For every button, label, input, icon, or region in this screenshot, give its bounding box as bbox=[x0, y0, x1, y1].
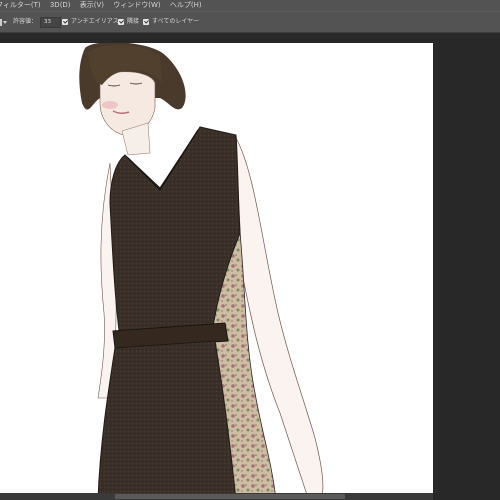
menu-window[interactable]: ウィンドウ(W) bbox=[113, 0, 160, 11]
tool-preset-picker[interactable] bbox=[0, 12, 7, 32]
checkbox-checked-icon[interactable] bbox=[118, 19, 124, 25]
antialias-option[interactable]: アンチエイリアス bbox=[62, 12, 119, 32]
menu-3d[interactable]: 3D(D) bbox=[50, 0, 71, 11]
antialias-label: アンチエイリアス bbox=[71, 18, 119, 25]
options-bar: 許容値： 33 アンチエイリアス 隣接 すべてのレイヤー bbox=[0, 11, 500, 33]
tolerance-input[interactable]: 33 bbox=[40, 16, 62, 28]
menu-view[interactable]: 表示(V) bbox=[80, 0, 104, 11]
all-layers-label: すべてのレイヤー bbox=[152, 18, 200, 25]
menu-bar: フィルター(T) 3D(D) 表示(V) ウィンドウ(W) ヘルプ(H) bbox=[0, 0, 500, 11]
tolerance-group: 許容値： 33 bbox=[13, 12, 62, 32]
workspace-top bbox=[0, 33, 500, 43]
contiguous-option[interactable]: 隣接 bbox=[118, 12, 139, 32]
fashion-illustration bbox=[79, 43, 324, 500]
blush bbox=[102, 101, 118, 109]
checkbox-checked-icon[interactable] bbox=[62, 19, 68, 25]
horizontal-scrollbar[interactable] bbox=[0, 493, 433, 500]
magic-wand-tool-icon bbox=[0, 18, 2, 26]
right-panel bbox=[433, 43, 500, 500]
contiguous-label: 隣接 bbox=[127, 18, 140, 25]
dropdown-arrow-icon bbox=[3, 20, 7, 24]
all-layers-option[interactable]: すべてのレイヤー bbox=[143, 12, 199, 32]
menu-filter[interactable]: フィルター(T) bbox=[0, 0, 41, 11]
tolerance-label: 許容値： bbox=[13, 18, 38, 25]
dress-skirt bbox=[97, 340, 237, 500]
scrollbar-thumb[interactable] bbox=[115, 494, 345, 499]
menu-help[interactable]: ヘルプ(H) bbox=[170, 0, 202, 11]
checkbox-checked-icon[interactable] bbox=[143, 19, 149, 25]
document-canvas[interactable] bbox=[0, 43, 433, 500]
